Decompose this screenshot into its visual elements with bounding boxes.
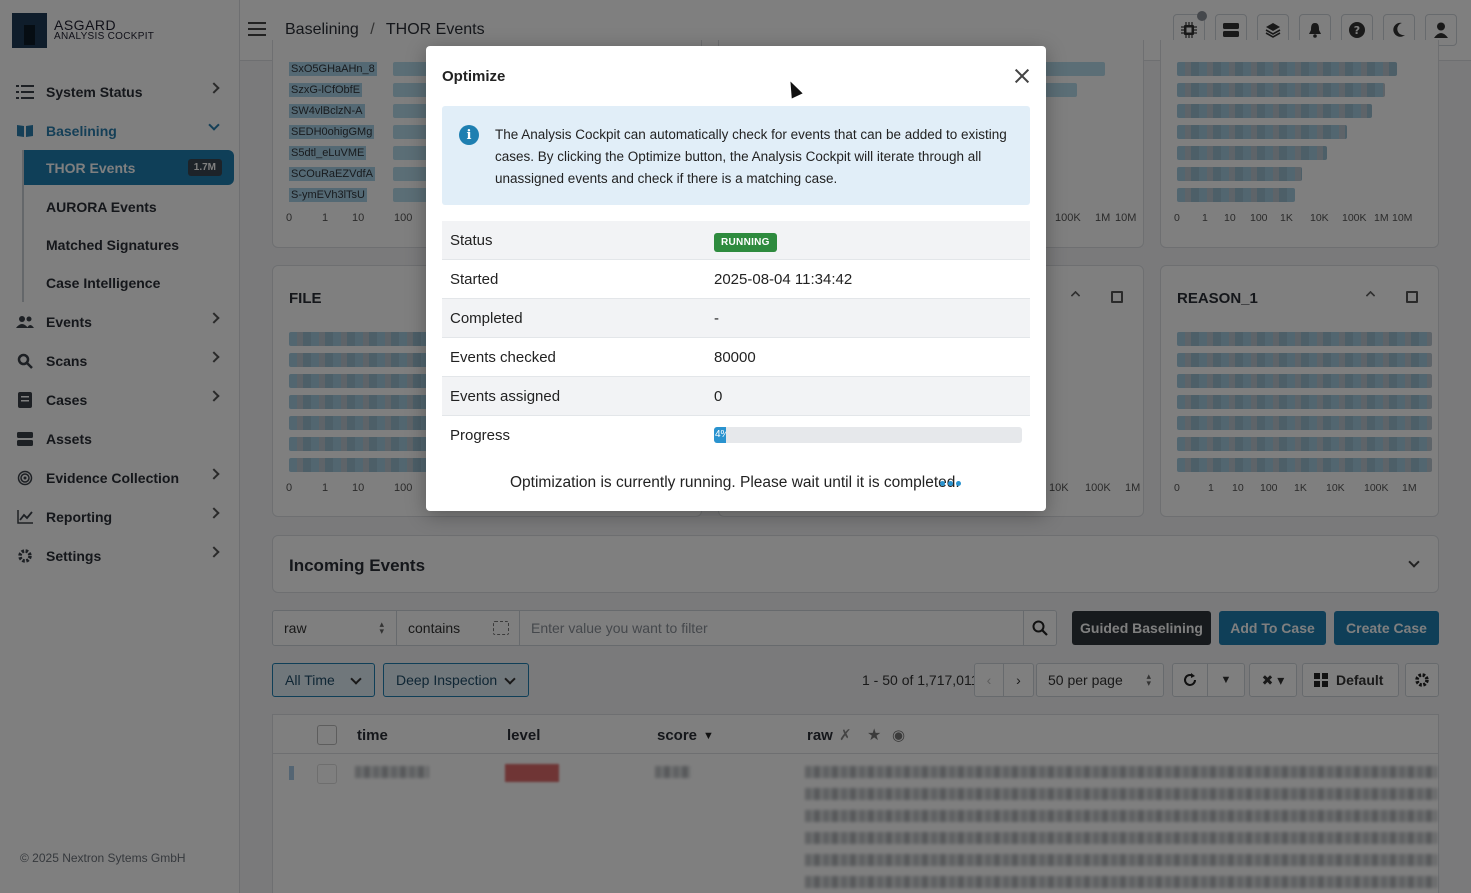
status-row: Status RUNNING bbox=[442, 221, 1030, 260]
started-row: Started 2025-08-04 11:34:42 bbox=[442, 260, 1030, 299]
row-key: Status bbox=[450, 231, 493, 249]
info-text: The Analysis Cockpit can automatically c… bbox=[495, 127, 1007, 186]
progress-row: Progress 4% bbox=[442, 416, 1030, 455]
row-value: 2025-08-04 11:34:42 bbox=[714, 270, 853, 288]
row-key: Events assigned bbox=[450, 387, 561, 405]
row-key: Started bbox=[450, 270, 499, 288]
row-key: Events checked bbox=[450, 348, 556, 366]
progress-bar: 4% bbox=[714, 427, 1022, 443]
status-badge: RUNNING bbox=[714, 232, 777, 252]
events-assigned-row: Events assigned 0 bbox=[442, 377, 1030, 416]
running-message: Optimization is currently running. Pleas… bbox=[510, 474, 960, 491]
row-key: Completed bbox=[450, 309, 523, 327]
events-checked-row: Events checked 80000 bbox=[442, 338, 1030, 377]
row-key: Progress bbox=[450, 427, 511, 444]
optimize-modal: Optimize i The Analysis Cockpit can auto… bbox=[426, 46, 1046, 511]
row-value: 0 bbox=[714, 387, 723, 405]
modal-title: Optimize bbox=[442, 68, 506, 85]
row-value: - bbox=[714, 309, 719, 327]
completed-row: Completed - bbox=[442, 299, 1030, 338]
optimize-status-table: Status RUNNING Started 2025-08-04 11:34:… bbox=[442, 221, 1030, 455]
loading-dots-icon bbox=[940, 481, 961, 486]
row-value: 80000 bbox=[714, 348, 756, 366]
close-icon[interactable] bbox=[1014, 68, 1030, 84]
info-alert: i The Analysis Cockpit can automatically… bbox=[442, 106, 1030, 205]
info-icon: i bbox=[459, 125, 479, 145]
progress-bar-fill: 4% bbox=[714, 427, 727, 443]
